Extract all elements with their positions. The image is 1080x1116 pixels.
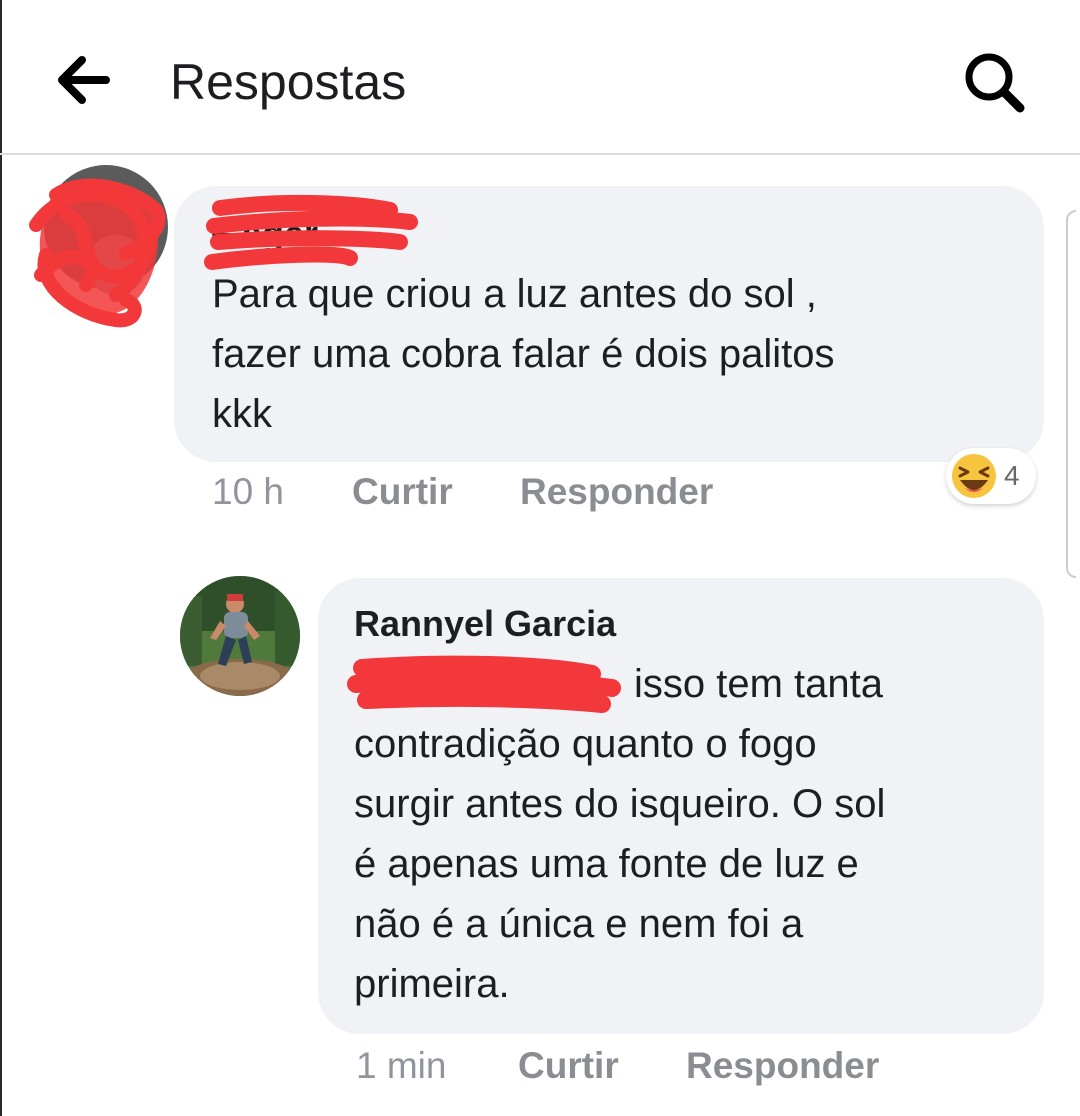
comment-timestamp: 1 min — [356, 1045, 447, 1086]
top-bar: Respostas — [0, 0, 1080, 155]
avatar[interactable] — [180, 576, 300, 696]
comment-bubble[interactable]: Rannyel Garcia isso tem tanta contradiçã… — [318, 578, 1044, 1034]
comment-text-line: isso tem tanta — [634, 662, 884, 706]
reaction-count: 4 — [1004, 460, 1020, 491]
comment-text-line: primeira. — [354, 962, 510, 1006]
page-title: Respostas — [170, 54, 407, 110]
comment-text-line: contradição quanto o fogo — [354, 722, 817, 766]
comment-bubble[interactable]: F ager Para que criou a luz antes do sol… — [174, 186, 1044, 462]
comment-text-line: Para que criou a luz antes do sol , — [212, 272, 817, 316]
back-button[interactable] — [52, 52, 116, 108]
screen-edge — [0, 0, 2, 1116]
scrollbar[interactable] — [1066, 210, 1076, 578]
reaction-summary[interactable]: 4 — [946, 448, 1036, 504]
comment-text-line: kkk — [212, 392, 272, 436]
search-button[interactable] — [958, 46, 1030, 118]
comment-text-line: é apenas uma fonte de luz e — [354, 842, 859, 886]
arrow-left-icon — [58, 56, 110, 104]
redaction-scribble — [347, 655, 621, 713]
comment-text-line: fazer uma cobra falar é dois palitos — [212, 332, 835, 376]
comment-timestamp: 10 h — [212, 471, 285, 512]
comment-author[interactable]: Rannyel Garcia — [354, 602, 616, 646]
comment-text-line: não é a única e nem foi a — [354, 902, 804, 946]
comment-text-line: surgir antes do isqueiro. O sol — [354, 782, 886, 826]
reply-button[interactable]: Responder — [520, 470, 713, 514]
laughing-emoji-icon — [952, 454, 996, 498]
avatar[interactable] — [16, 165, 176, 340]
like-button[interactable]: Curtir — [518, 1044, 619, 1088]
like-button[interactable]: Curtir — [352, 470, 453, 514]
reply-button[interactable]: Responder — [686, 1044, 879, 1088]
search-icon — [965, 53, 1025, 113]
